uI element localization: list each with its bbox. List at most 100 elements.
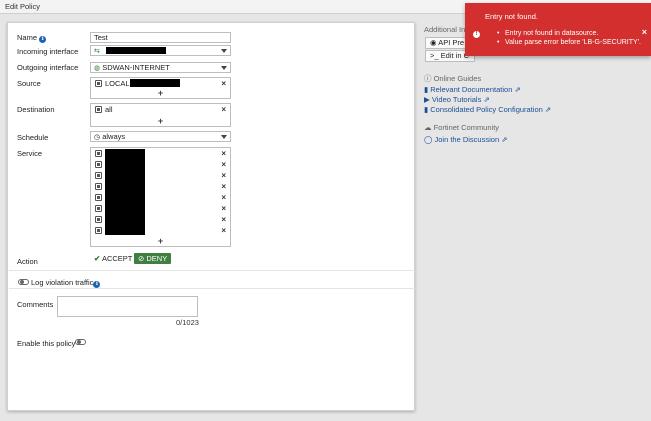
external-link-icon: ⇗ bbox=[544, 105, 552, 114]
remove-icon[interactable]: × bbox=[221, 159, 226, 170]
terminal-icon: >_ bbox=[430, 51, 439, 60]
chevron-down-icon bbox=[221, 135, 227, 139]
remove-icon[interactable]: × bbox=[221, 181, 226, 192]
online-guides-text: Online Guides bbox=[433, 74, 482, 83]
remove-icon[interactable]: × bbox=[221, 203, 226, 214]
clock-icon: ◷ bbox=[94, 134, 101, 141]
remove-icon[interactable]: × bbox=[221, 192, 226, 203]
list-item: × bbox=[91, 225, 230, 236]
eye-icon: ◉ bbox=[430, 38, 437, 47]
service-icon bbox=[95, 227, 102, 234]
remove-icon[interactable]: × bbox=[221, 214, 226, 225]
address-icon bbox=[95, 106, 102, 113]
interface-icon: ⇆ bbox=[94, 48, 100, 55]
deny-button[interactable]: ⊘ DENY bbox=[134, 253, 172, 264]
relevant-documentation-link[interactable]: ▮ Relevant Documentation ⇗ bbox=[424, 85, 521, 94]
list-item: all × bbox=[91, 104, 230, 115]
log-violation-toggle[interactable] bbox=[18, 279, 29, 285]
schedule-label: Schedule bbox=[17, 133, 49, 142]
enable-policy-toggle[interactable] bbox=[75, 339, 86, 345]
address-icon bbox=[95, 80, 102, 87]
action-label: Action bbox=[17, 257, 38, 266]
info-icon[interactable]: i bbox=[93, 281, 101, 288]
list-item: × bbox=[91, 170, 230, 181]
link-label: Video Tutorials bbox=[431, 95, 482, 104]
list-item: × bbox=[91, 159, 230, 170]
accept-button[interactable]: ✔ ACCEPT bbox=[90, 253, 136, 264]
comments-label: Comments bbox=[17, 300, 54, 309]
remove-icon[interactable]: × bbox=[221, 148, 226, 159]
list-item: × bbox=[91, 148, 230, 159]
service-icon bbox=[95, 216, 102, 223]
section-divider bbox=[9, 270, 415, 271]
enable-policy-label: Enable this policy bbox=[17, 339, 76, 348]
video-tutorials-link[interactable]: ▶ Video Tutorials ⇗ bbox=[424, 95, 490, 104]
destination-label: Destination bbox=[17, 105, 55, 114]
remove-icon[interactable]: × bbox=[221, 170, 226, 181]
deny-label: DENY bbox=[146, 254, 168, 263]
service-icon bbox=[95, 172, 102, 179]
redacted-value bbox=[105, 47, 166, 54]
destination-item-label: all bbox=[105, 105, 113, 114]
add-source-button[interactable]: + bbox=[91, 88, 230, 98]
outgoing-interface-select[interactable]: ◍ SDWAN-INTERNET bbox=[90, 62, 231, 73]
comments-textarea[interactable] bbox=[57, 296, 198, 317]
error-icon: ! bbox=[473, 31, 480, 38]
incoming-interface-select[interactable]: ⇆ bbox=[90, 45, 231, 56]
service-icon bbox=[95, 205, 102, 212]
schedule-select[interactable]: ◷ always bbox=[90, 131, 231, 142]
external-link-icon: ⇗ bbox=[514, 85, 521, 94]
external-link-icon: ⇗ bbox=[483, 95, 490, 104]
check-icon: ✔ bbox=[94, 254, 101, 263]
list-item: × bbox=[91, 181, 230, 192]
name-label-text: Name bbox=[17, 33, 38, 42]
community-text: Fortinet Community bbox=[433, 123, 500, 132]
incoming-interface-label: Incoming interface bbox=[17, 47, 79, 56]
deny-icon: ⊘ bbox=[138, 254, 145, 263]
service-icon bbox=[95, 161, 102, 168]
add-service-button[interactable]: + bbox=[91, 236, 230, 246]
source-list: LOCAL × + bbox=[90, 77, 231, 99]
chevron-down-icon bbox=[221, 49, 227, 53]
source-label: Source bbox=[17, 79, 41, 88]
service-icon bbox=[95, 194, 102, 201]
service-icon bbox=[95, 150, 102, 157]
destination-list: all × + bbox=[90, 103, 231, 127]
toast-title: Entry not found. bbox=[485, 12, 538, 21]
source-item-label: LOCAL bbox=[105, 79, 130, 88]
log-violation-label: Log violation traffic i bbox=[31, 278, 101, 288]
book-icon: ▮ bbox=[424, 105, 429, 114]
list-item: × bbox=[91, 203, 230, 214]
link-label: Join the Discussion bbox=[434, 135, 500, 144]
community-icon: ☁ bbox=[424, 123, 432, 132]
online-guides-heading: ⓘ Online Guides bbox=[424, 73, 481, 84]
chat-icon: ◯ bbox=[424, 135, 433, 144]
redacted-value bbox=[129, 79, 180, 87]
info-icon[interactable]: i bbox=[39, 36, 47, 43]
link-label: Relevant Documentation bbox=[430, 85, 513, 94]
question-icon: ⓘ bbox=[424, 74, 432, 83]
outgoing-interface-label: Outgoing interface bbox=[17, 63, 79, 72]
list-item: × bbox=[91, 214, 230, 225]
join-discussion-link[interactable]: ◯ Join the Discussion ⇗ bbox=[424, 135, 508, 144]
api-preview-label: API Pre bbox=[438, 38, 465, 47]
service-icon bbox=[95, 183, 102, 190]
sdwan-icon: ◍ bbox=[94, 65, 101, 72]
close-icon[interactable]: × bbox=[642, 27, 647, 37]
name-input[interactable]: Test bbox=[90, 32, 231, 43]
toast-message: Entry not found in datasource. bbox=[497, 29, 641, 38]
chevron-down-icon bbox=[221, 66, 227, 70]
consolidated-policy-link[interactable]: ▮ Consolidated Policy Configuration ⇗ bbox=[424, 105, 551, 114]
remove-icon[interactable]: × bbox=[221, 104, 226, 115]
add-destination-button[interactable]: + bbox=[91, 116, 230, 126]
accept-label: ACCEPT bbox=[101, 254, 133, 263]
community-heading: ☁ Fortinet Community bbox=[424, 123, 499, 132]
toast-message: Value parse error before 'LB-G-SECURITY'… bbox=[497, 38, 641, 47]
outgoing-value: SDWAN-INTERNET bbox=[102, 63, 170, 72]
list-item: × bbox=[91, 192, 230, 203]
service-list: × × × × × × × × + bbox=[90, 147, 231, 247]
service-label: Service bbox=[17, 149, 43, 158]
remove-icon[interactable]: × bbox=[221, 225, 226, 236]
toast-messages: Entry not found in datasource. Value par… bbox=[497, 29, 641, 47]
log-violation-text: Log violation traffic bbox=[31, 278, 94, 287]
